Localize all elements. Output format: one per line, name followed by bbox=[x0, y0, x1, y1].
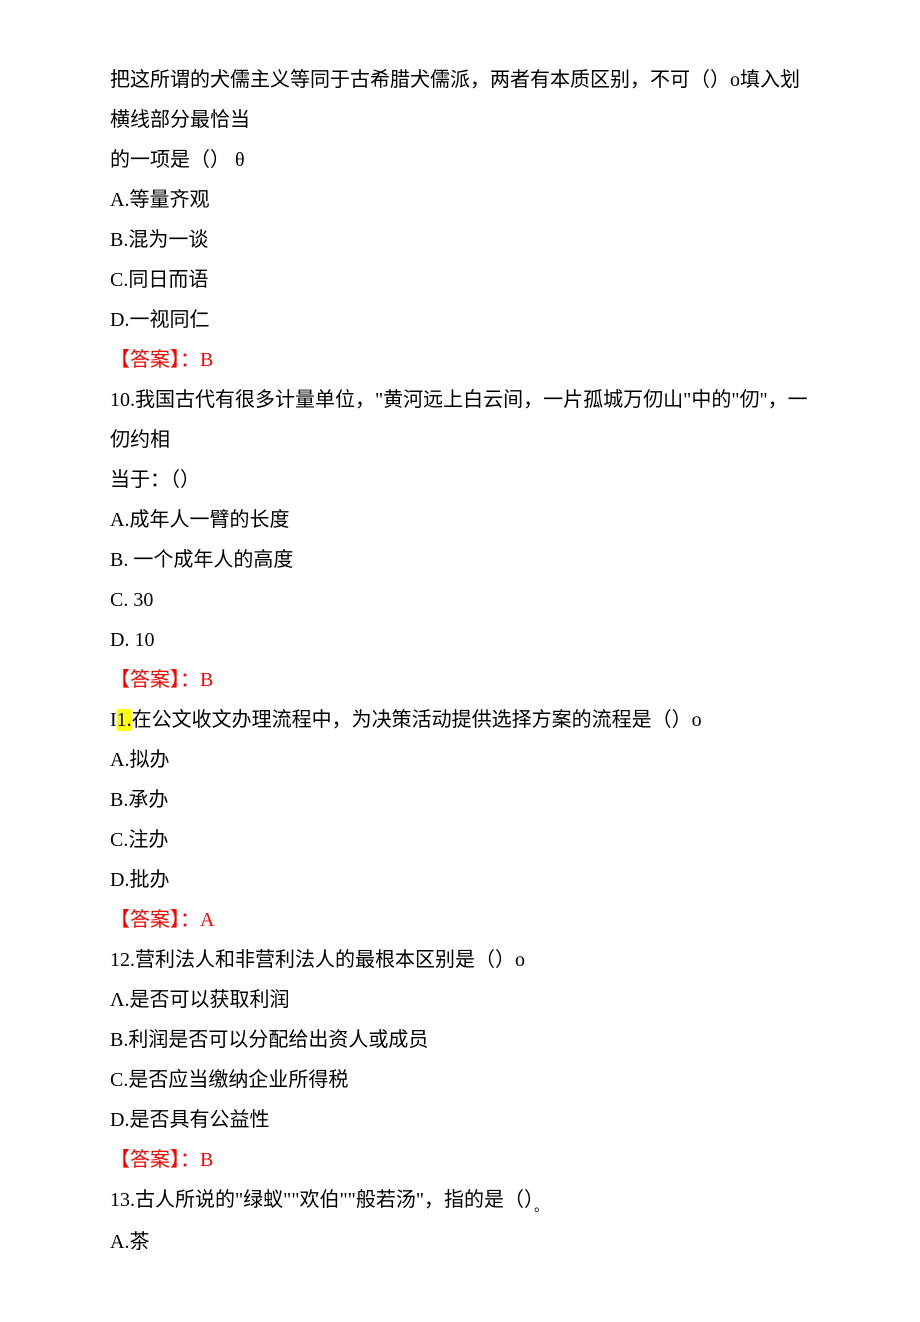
q13-stem-text: 13.古人所说的"绿蚁""欢伯""般若汤"，指的是（） bbox=[110, 1189, 534, 1211]
q11-stem: I1.在公文收文办理流程中，为决策活动提供选择方案的流程是（）o bbox=[110, 700, 810, 740]
q9-option-b: B.混为一谈 bbox=[110, 220, 810, 260]
q12-option-a: Λ.是否可以获取利润 bbox=[110, 980, 810, 1020]
q12-option-d: D.是否具有公益性 bbox=[110, 1100, 810, 1140]
answer-value: B bbox=[200, 669, 213, 691]
q10-option-b: B. 一个成年人的高度 bbox=[110, 540, 810, 580]
q12-option-b: B.利润是否可以分配给出资人或成员 bbox=[110, 1020, 810, 1060]
answer-label: 【答案】： bbox=[110, 909, 200, 931]
q9-option-a: A.等量齐观 bbox=[110, 180, 810, 220]
q10-option-a: A.成年人一臂的长度 bbox=[110, 500, 810, 540]
q11-answer: 【答案】：A bbox=[110, 900, 810, 940]
q10-option-c: C. 30 bbox=[110, 580, 810, 620]
answer-value: A bbox=[200, 909, 214, 931]
q11-option-a: A.拟办 bbox=[110, 740, 810, 780]
answer-label: 【答案】： bbox=[110, 1149, 200, 1171]
answer-label: 【答案】： bbox=[110, 669, 200, 691]
answer-label: 【答案】： bbox=[110, 349, 200, 371]
q10-stem-line1: 10.我国古代有很多计量单位，"黄河远上白云间，一片孤城万仞山"中的"仞"，一仞… bbox=[110, 380, 810, 460]
q13-stem-suffix: 。 bbox=[534, 1200, 548, 1215]
q12-option-c: C.是否应当缴纳企业所得税 bbox=[110, 1060, 810, 1100]
answer-value: B bbox=[200, 349, 213, 371]
q9-intro-line2: 的一项是（） θ bbox=[110, 140, 810, 180]
q12-answer: 【答案】：B bbox=[110, 1140, 810, 1180]
q11-option-d: D.批办 bbox=[110, 860, 810, 900]
q10-stem-line2: 当于：（） bbox=[110, 460, 810, 500]
q9-answer: 【答案】：B bbox=[110, 340, 810, 380]
answer-value: B bbox=[200, 1149, 213, 1171]
q12-stem: 12.营利法人和非营利法人的最根本区别是（）o bbox=[110, 940, 810, 980]
q11-highlight: 1. bbox=[117, 709, 132, 731]
q13-stem: 13.古人所说的"绿蚁""欢伯""般若汤"，指的是（）。 bbox=[110, 1180, 810, 1222]
q9-intro-line1: 把这所谓的犬儒主义等同于古希腊犬儒派，两者有本质区别，不可（）o填入划横线部分最… bbox=[110, 60, 810, 140]
q11-option-c: C.注办 bbox=[110, 820, 810, 860]
q9-option-c: C.同日而语 bbox=[110, 260, 810, 300]
q10-option-d: D. 10 bbox=[110, 620, 810, 660]
q9-option-d: D.一视同仁 bbox=[110, 300, 810, 340]
q10-answer: 【答案】：B bbox=[110, 660, 810, 700]
q11-rest: 在公文收文办理流程中，为决策活动提供选择方案的流程是（）o bbox=[132, 709, 702, 731]
q11-prefix: I bbox=[110, 709, 117, 731]
q11-option-b: B.承办 bbox=[110, 780, 810, 820]
q13-option-a: A.茶 bbox=[110, 1222, 810, 1262]
